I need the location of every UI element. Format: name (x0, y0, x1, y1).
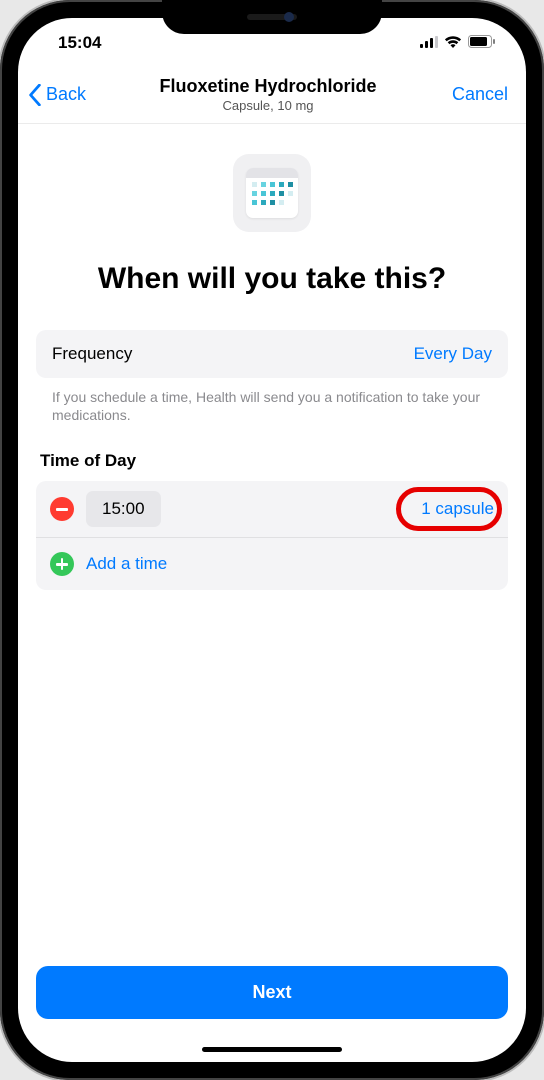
cellular-icon (420, 33, 438, 53)
phone-frame: 15:04 Back Fluoxetine Hydrochloride (0, 0, 544, 1080)
time-of-day-header: Time of Day (40, 451, 508, 471)
wifi-icon (444, 33, 462, 53)
back-label: Back (46, 84, 86, 105)
page-heading: When will you take this? (36, 260, 508, 298)
plus-icon (50, 552, 74, 576)
dose-picker[interactable]: 1 capsule (421, 499, 494, 519)
time-picker[interactable]: 15:00 (86, 491, 161, 527)
frequency-group: Frequency Every Day (36, 330, 508, 378)
status-time: 15:04 (58, 33, 101, 53)
home-indicator[interactable] (202, 1047, 342, 1052)
add-time-label: Add a time (86, 554, 167, 574)
frequency-row[interactable]: Frequency Every Day (36, 330, 508, 378)
nav-title: Fluoxetine Hydrochloride Capsule, 10 mg (118, 76, 418, 113)
schedule-hint: If you schedule a time, Health will send… (36, 378, 508, 426)
time-entry-row: 15:00 1 capsule (36, 481, 508, 538)
content: When will you take this? Frequency Every… (18, 124, 526, 1062)
remove-time-button[interactable] (50, 497, 74, 521)
nav-title-main: Fluoxetine Hydrochloride (118, 76, 418, 97)
add-time-row[interactable]: Add a time (36, 538, 508, 590)
battery-icon (468, 33, 496, 53)
time-of-day-group: 15:00 1 capsule Add a time (36, 481, 508, 590)
frequency-label: Frequency (52, 344, 132, 364)
chevron-left-icon (28, 84, 42, 106)
cancel-button[interactable]: Cancel (418, 84, 508, 105)
calendar-icon (233, 154, 311, 232)
next-button[interactable]: Next (36, 966, 508, 1019)
nav-bar: Back Fluoxetine Hydrochloride Capsule, 1… (18, 68, 526, 124)
screen: 15:04 Back Fluoxetine Hydrochloride (18, 18, 526, 1062)
back-button[interactable]: Back (28, 84, 118, 106)
notch (162, 0, 382, 34)
nav-title-sub: Capsule, 10 mg (118, 98, 418, 113)
frequency-value: Every Day (414, 344, 492, 364)
